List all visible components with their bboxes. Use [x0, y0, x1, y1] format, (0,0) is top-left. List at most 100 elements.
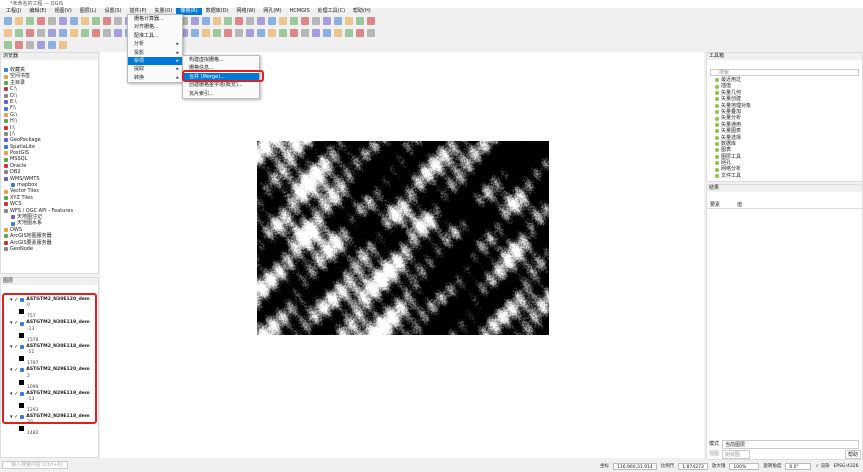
- toolbar-icon[interactable]: [202, 29, 210, 37]
- toolbar-icon[interactable]: [290, 29, 298, 37]
- raster-menu-item[interactable]: 提取 ▸: [128, 65, 182, 73]
- browser-item[interactable]: GeoNode: [1, 246, 98, 252]
- toolbox-search[interactable]: 搜索: [710, 69, 859, 76]
- layer-visibility-checkbox[interactable]: ▾ ✓: [10, 367, 18, 373]
- toolbar-icon[interactable]: [92, 29, 100, 37]
- toolbar-icon[interactable]: [323, 29, 331, 37]
- layer-item[interactable]: ▾ ✓ ASTGTM2_N30E119_dem -13 1578: [4, 320, 95, 343]
- layer-item[interactable]: ▾ ✓ ASTGTM2_N29E118_dem 20 1482: [4, 414, 95, 437]
- toolbar-icon[interactable]: [4, 41, 12, 49]
- layer-visibility-checkbox[interactable]: ▾ ✓: [10, 391, 18, 397]
- toolbar-icon[interactable]: [4, 29, 12, 37]
- raster-menu-item[interactable]: 投影 ▸: [128, 49, 182, 57]
- toolbar-icon[interactable]: [356, 17, 364, 25]
- scale-field[interactable]: 1:874273: [678, 463, 708, 470]
- menu-9[interactable]: 网络(W): [232, 8, 259, 15]
- coord-field[interactable]: 116.960,31.914: [613, 463, 657, 470]
- toolbar-icon[interactable]: [103, 17, 111, 25]
- magnifier-field[interactable]: 100%: [729, 463, 759, 470]
- rotation-field[interactable]: 0.0°: [785, 463, 811, 470]
- toolbar-icon[interactable]: [356, 29, 364, 37]
- layer-item[interactable]: ▾ ✓ ASTGTM2_N29E119_dem -13 1293: [4, 391, 95, 414]
- layer-item[interactable]: ▾ ✓ ASTGTM2_N30E120_dem 0 757: [4, 297, 95, 320]
- toolbar-icon[interactable]: [15, 29, 23, 37]
- toolbar-icon[interactable]: [26, 41, 34, 49]
- toolbar-icon[interactable]: [279, 29, 287, 37]
- toolbar-icon[interactable]: [202, 17, 210, 25]
- toolbar-icon[interactable]: [48, 29, 56, 37]
- toolbar-icon[interactable]: [191, 29, 199, 37]
- toolbar-icon[interactable]: [26, 29, 34, 37]
- toolbar-icon[interactable]: [48, 17, 56, 25]
- toolbar-icon[interactable]: [367, 29, 375, 37]
- layer-item[interactable]: ▾ ✓ ASTGTM2_N29E120_dem 2 1099: [4, 367, 95, 390]
- toolbar-icon[interactable]: [114, 29, 122, 37]
- toolbar-icon[interactable]: [257, 29, 265, 37]
- view-select[interactable]: 树状图: [722, 450, 750, 459]
- toolbar-icon[interactable]: [246, 17, 254, 25]
- menu-3[interactable]: 图层(L): [76, 8, 101, 15]
- menu-4[interactable]: 设置(S): [100, 8, 125, 15]
- toolbar-icon[interactable]: [15, 41, 23, 49]
- toolbar-icon[interactable]: [59, 17, 67, 25]
- toolbar-icon[interactable]: [213, 17, 221, 25]
- menu-13[interactable]: 帮助(H): [349, 8, 375, 15]
- misc-menu-item[interactable]: 瓦片索引...: [183, 90, 259, 98]
- toolbar-icon[interactable]: [81, 17, 89, 25]
- toolbar-icon[interactable]: [37, 41, 45, 49]
- layer-visibility-checkbox[interactable]: ▾ ✓: [10, 344, 18, 350]
- toolbar-icon[interactable]: [301, 17, 309, 25]
- menu-12[interactable]: 处理工具(C): [314, 8, 349, 15]
- layer-item[interactable]: ▾ ✓ ASTGTM2_N30E118_dem -51 1787: [4, 344, 95, 367]
- toolbox-item[interactable]: 文件工具: [707, 173, 862, 179]
- toolbar-icon[interactable]: [257, 17, 265, 25]
- menu-10[interactable]: 网孔(M): [259, 8, 285, 15]
- menu-1[interactable]: 编辑(E): [25, 8, 50, 15]
- toolbar-icon[interactable]: [92, 17, 100, 25]
- toolbar-icon[interactable]: [4, 17, 12, 25]
- toolbar-icon[interactable]: [15, 17, 23, 25]
- crs-button[interactable]: EPSG:4326: [834, 464, 859, 469]
- toolbar-icon[interactable]: [345, 17, 353, 25]
- toolbar-icon[interactable]: [114, 17, 122, 25]
- toolbar-icon[interactable]: [37, 17, 45, 25]
- layer-visibility-checkbox[interactable]: ▾ ✓: [10, 297, 18, 303]
- menu-11[interactable]: HCMGIS: [286, 8, 314, 15]
- layer-visibility-checkbox[interactable]: ▾ ✓: [10, 414, 18, 420]
- mode-select[interactable]: 当前图层: [722, 440, 859, 449]
- raster-menu-item[interactable]: 对齐栅格...: [128, 23, 182, 31]
- render-checkbox[interactable]: ✓ 渲染: [815, 463, 829, 469]
- menu-0[interactable]: 工程(J): [2, 8, 25, 15]
- toolbar-icon[interactable]: [224, 29, 232, 37]
- toolbar-icon[interactable]: [70, 29, 78, 37]
- toolbar-icon[interactable]: [37, 29, 45, 37]
- raster-menu-item[interactable]: 转换 ▸: [128, 74, 182, 82]
- toolbar-icon[interactable]: [235, 29, 243, 37]
- toolbar-icon[interactable]: [312, 29, 320, 37]
- toolbar-icon[interactable]: [246, 29, 254, 37]
- misc-menu-item[interactable]: 创建栅格金字塔(概览)...: [183, 81, 259, 89]
- raster-menu-item[interactable]: 配准工具...: [128, 32, 182, 40]
- toolbar-icon[interactable]: [345, 29, 353, 37]
- toolbar-icon[interactable]: [334, 17, 342, 25]
- toolbar-icon[interactable]: [26, 17, 34, 25]
- toolbar-icon[interactable]: [224, 17, 232, 25]
- menu-2[interactable]: 视图(V): [50, 8, 75, 15]
- misc-menu-item[interactable]: 构建虚拟栅格...: [183, 56, 259, 64]
- toolbar-icon[interactable]: [81, 29, 89, 37]
- toolbar-icon[interactable]: [301, 29, 309, 37]
- toolbar-icon[interactable]: [268, 29, 276, 37]
- toolbar-icon[interactable]: [268, 17, 276, 25]
- toolbar-icon[interactable]: [279, 17, 287, 25]
- toolbar-icon[interactable]: [334, 29, 342, 37]
- raster-menu-item[interactable]: 分析 ▸: [128, 40, 182, 48]
- raster-menu-item[interactable]: 杂项 ▸: [128, 57, 182, 65]
- toolbar-icon[interactable]: [59, 41, 67, 49]
- toolbar-icon[interactable]: [290, 17, 298, 25]
- toolbar-icon[interactable]: [235, 17, 243, 25]
- toolbar-icon[interactable]: [367, 17, 375, 25]
- toolbar-icon[interactable]: [191, 17, 199, 25]
- toolbar-icon[interactable]: [103, 29, 111, 37]
- toolbar-icon[interactable]: [312, 17, 320, 25]
- toolbar-icon[interactable]: [59, 29, 67, 37]
